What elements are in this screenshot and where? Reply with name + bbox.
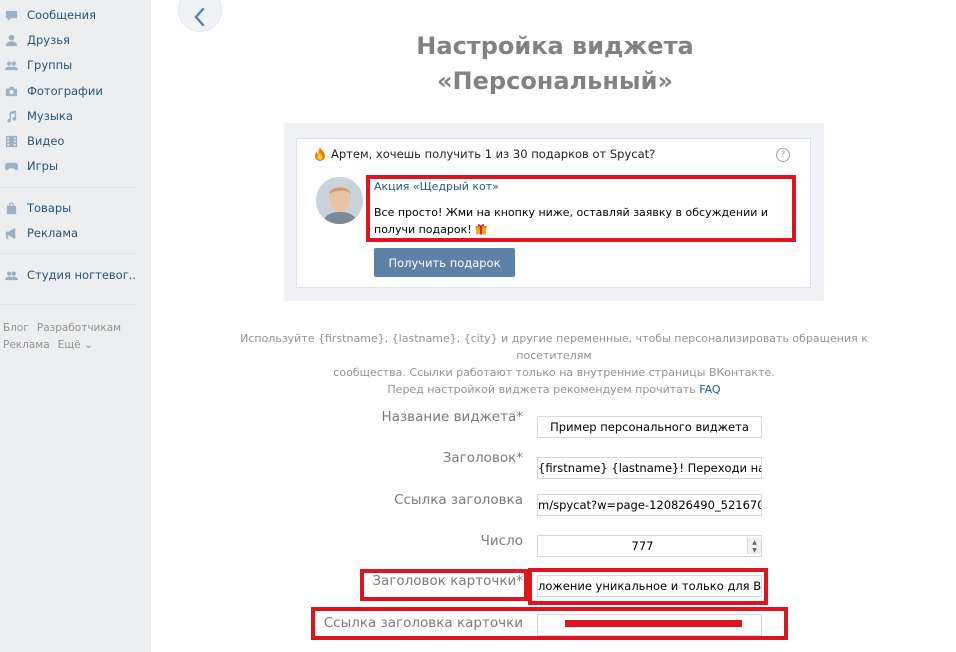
- page-title: Настройка виджета «Персональный»: [416, 32, 694, 95]
- sidebar-item-video[interactable]: Видео: [0, 130, 64, 152]
- back-button[interactable]: [178, 0, 222, 32]
- sidebar-item-label: Группы: [27, 58, 73, 72]
- sidebar-item-label: Товары: [27, 201, 72, 215]
- highlight-box-card-header-input: [528, 568, 768, 605]
- stepper-down-icon[interactable]: ▼: [748, 546, 761, 554]
- stepper-up-icon[interactable]: ▲: [748, 538, 761, 546]
- megaphone-icon: [4, 226, 18, 240]
- sidebar-item-photos[interactable]: Фотографии: [0, 80, 103, 102]
- sidebar-item-label: Сообщения: [27, 8, 97, 22]
- widget-name-input[interactable]: Пример персонального виджета: [537, 416, 762, 438]
- sidebar-item-label: Видео: [27, 134, 65, 148]
- group-icon: [4, 268, 18, 282]
- highlight-box-card: [366, 175, 796, 242]
- chat-icon: [4, 8, 18, 22]
- group-icon: [4, 58, 18, 72]
- header-label: Заголовок*: [442, 450, 523, 466]
- avatar: [316, 177, 363, 224]
- number-input[interactable]: 777: [537, 535, 762, 557]
- sidebar-item-ads[interactable]: Реклама: [0, 222, 78, 244]
- highlight-box-card-link: [311, 607, 788, 640]
- sidebar-divider: [0, 187, 136, 188]
- film-icon: [4, 134, 18, 148]
- footer-link-blog[interactable]: Блог: [3, 322, 29, 334]
- sidebar-divider: [0, 304, 136, 305]
- sidebar-item-label: Друзья: [27, 33, 70, 47]
- highlight-box-card-header-label: [360, 569, 528, 601]
- sidebar-item-label: Студия ногтевог..: [27, 268, 137, 282]
- sidebar-item-label: Реклама: [27, 226, 79, 240]
- gamepad-icon: [4, 159, 18, 173]
- get-gift-button[interactable]: Получить подарок: [374, 248, 515, 277]
- header-input[interactable]: {firstname} {lastname}! Переходи на сво: [537, 457, 762, 479]
- sidebar-item-label: Фотографии: [27, 84, 103, 98]
- info-text: Используйте {firstname}, {lastname}, {ci…: [240, 332, 868, 396]
- header-link-input[interactable]: m/spycat?w=page-120826490_52167028: [537, 494, 762, 516]
- camera-icon: [4, 84, 18, 98]
- footer-link-more[interactable]: Ещё ⌄: [58, 339, 93, 351]
- sidebar-item-games[interactable]: Игры: [0, 155, 58, 177]
- shopping-bag-icon: [4, 201, 18, 215]
- help-icon[interactable]: ?: [776, 148, 790, 162]
- user-icon: [4, 33, 18, 47]
- number-label: Число: [480, 533, 523, 549]
- footer-link-ads[interactable]: Реклама: [3, 339, 50, 351]
- faq-link[interactable]: FAQ: [699, 383, 720, 396]
- fire-icon: [315, 147, 325, 161]
- widget-greeting: Артем, хочешь получить 1 из 30 подарков …: [314, 147, 655, 161]
- header-link-label: Ссылка заголовка: [394, 492, 523, 508]
- sidebar-item-studio-group[interactable]: Студия ногтевог..: [0, 264, 136, 286]
- sidebar-footer: Блог Разработчикам Реклама Ещё ⌄: [3, 320, 129, 354]
- sidebar-item-label: Музыка: [27, 109, 73, 123]
- chevron-left-icon: [194, 8, 205, 26]
- sidebar-item-friends[interactable]: Друзья: [0, 29, 70, 51]
- left-sidebar: Сообщения Друзья Группы Фотографии Музык…: [0, 0, 151, 652]
- sidebar-item-label: Игры: [27, 159, 59, 173]
- sidebar-item-groups[interactable]: Группы: [0, 54, 72, 76]
- sidebar-item-music[interactable]: Музыка: [0, 105, 73, 127]
- footer-link-developers[interactable]: Разработчикам: [37, 322, 121, 334]
- sidebar-divider: [0, 253, 136, 254]
- sidebar-item-goods[interactable]: Товары: [0, 197, 71, 219]
- widget-name-label: Название виджета*: [381, 409, 523, 425]
- music-note-icon: [4, 109, 18, 123]
- number-stepper[interactable]: ▲ ▼: [747, 538, 761, 554]
- sidebar-item-messages[interactable]: Сообщения: [0, 4, 96, 26]
